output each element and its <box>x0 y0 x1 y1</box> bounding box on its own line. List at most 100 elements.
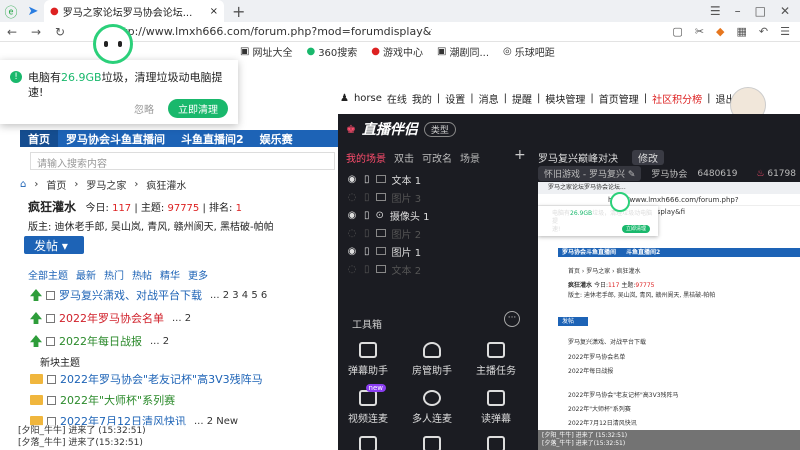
close-tab-icon[interactable]: × <box>210 6 218 17</box>
thread-checkbox[interactable] <box>46 313 55 323</box>
filter-hot[interactable]: 热门 <box>104 267 124 282</box>
eye-off-icon[interactable]: ◌ <box>346 228 358 239</box>
source-image-1[interactable]: ◉ ▯ 图片 1 <box>346 242 536 260</box>
tool-gift[interactable] <box>404 436 460 450</box>
user-menu-4[interactable]: 模块管理 <box>545 91 585 106</box>
table-row[interactable]: 2022年罗马协会名单 ... 2 <box>30 309 335 327</box>
undo-icon[interactable]: ↶ <box>759 25 768 38</box>
room-category[interactable]: 怀旧游戏 - 罗马复兴 ✎ <box>538 166 642 181</box>
more-icon[interactable]: ☰ <box>780 25 790 38</box>
tool-danmaku-helper[interactable]: 弹幕助手 <box>340 342 396 377</box>
tab-my-scenes[interactable]: 我的场景 <box>346 150 386 165</box>
url-input[interactable]: http://www.lmxh666.com/forum.php?mod=for… <box>112 24 432 40</box>
back-icon[interactable]: ← <box>0 25 24 39</box>
more-tools-icon[interactable]: ··· <box>504 311 520 327</box>
tool-tune[interactable] <box>468 436 524 450</box>
menu-icon[interactable]: ☰ <box>710 4 721 18</box>
eye-off-icon[interactable]: ◌ <box>346 192 358 203</box>
nav-home[interactable]: 首页 <box>20 130 58 147</box>
tool-download[interactable] <box>340 436 396 450</box>
bookmark-2[interactable]: ● 游戏中心 <box>371 44 423 59</box>
thread-title[interactable]: 2022年"大师杯"系列赛 <box>60 392 175 408</box>
points-ranking-link[interactable]: 社区积分榜 <box>652 91 702 106</box>
lock-icon[interactable]: ▯ <box>364 210 370 221</box>
scissors-icon[interactable]: ✂ <box>695 25 704 38</box>
maximize-icon[interactable]: □ <box>755 4 766 18</box>
nav-douyu-2[interactable]: 斗鱼直播间2 <box>173 130 252 147</box>
tool-read-danmaku[interactable]: 读弹幕 <box>468 390 524 425</box>
live-type-tag[interactable]: 类型 <box>423 121 456 137</box>
filter-all[interactable]: 全部主题 <box>28 267 68 282</box>
grid-icon[interactable]: ▦ <box>737 25 747 38</box>
user-menu-0[interactable]: 我的 <box>412 91 432 106</box>
nav-entertainment[interactable]: 娱乐赛 <box>252 130 301 147</box>
live-preview[interactable]: 罗马之家论坛罗马协会论坛... http://www.lmxh666.com/f… <box>538 182 800 450</box>
user-menu-2[interactable]: 消息 <box>479 91 499 106</box>
home-icon[interactable]: ⌂ <box>20 179 26 190</box>
tab-scene[interactable]: 场景 <box>460 150 480 165</box>
lock-icon[interactable]: ▯ <box>364 264 370 275</box>
source-text-2[interactable]: ◌ ▯ 文本 2 <box>346 260 536 278</box>
send-icon[interactable]: ➤ <box>22 0 44 22</box>
nav-douyu-1[interactable]: 罗马协会斗鱼直播间 <box>58 130 173 147</box>
thread-checkbox[interactable] <box>47 395 56 405</box>
forward-icon[interactable]: → <box>24 25 48 39</box>
tool-video-connect[interactable]: new 视频连麦 <box>340 384 396 425</box>
source-text-1[interactable]: ◉ ▯ 文本 1 <box>346 170 536 188</box>
game-icon[interactable]: ◆ <box>716 25 724 38</box>
table-row[interactable]: 2022年每日战报 ... 2 <box>30 332 335 350</box>
bookmark-4[interactable]: ◎ 乐球吧距 <box>503 44 555 59</box>
user-menu-3[interactable]: 提醒 <box>512 91 532 106</box>
eye-off-icon[interactable]: ◌ <box>346 264 358 275</box>
lock-icon[interactable]: ▯ <box>364 174 370 185</box>
tool-multi-connect[interactable]: 多人连麦 <box>404 390 460 425</box>
tool-room-manager[interactable]: 房管助手 <box>404 342 460 377</box>
username[interactable]: horse <box>354 93 382 104</box>
tab-double-click[interactable]: 双击 <box>394 150 414 165</box>
lock-icon[interactable]: ▯ <box>364 228 370 239</box>
thread-title[interactable]: 2022年罗马协会"老友记杯"高3V3残阵马 <box>60 371 263 387</box>
post-button[interactable]: 发帖 ▾ <box>24 236 84 254</box>
browser-logo-icon[interactable]: ⓔ <box>0 0 22 22</box>
eye-icon[interactable]: ◉ <box>346 210 358 221</box>
source-image-2[interactable]: ◌ ▯ 图片 2 <box>346 224 536 242</box>
mascot-icon[interactable] <box>93 24 133 64</box>
ignore-button[interactable]: 忽略 <box>134 101 154 116</box>
breadcrumb-board[interactable]: 疯狂灌水 <box>146 177 186 192</box>
close-icon[interactable]: ✕ <box>780 4 790 18</box>
thread-title[interactable]: 罗马复兴潇戏、对战平台下载 <box>59 287 202 303</box>
filter-more[interactable]: 更多 <box>188 267 208 282</box>
bookmark-0[interactable]: ▣ 网址大全 <box>240 44 292 59</box>
eye-icon[interactable]: ◉ <box>346 246 358 257</box>
table-row[interactable]: 罗马复兴潇戏、对战平台下载 ... 2 3 4 5 6 <box>30 286 335 304</box>
modify-button[interactable]: 修改 <box>632 150 664 165</box>
filter-latest[interactable]: 最新 <box>76 267 96 282</box>
lock-icon[interactable]: ▯ <box>364 192 370 203</box>
user-menu-1[interactable]: 设置 <box>445 91 465 106</box>
minimize-icon[interactable]: – <box>735 4 741 18</box>
search-input[interactable]: 请输入搜索内容 <box>30 152 335 170</box>
bookmark-1[interactable]: ● 360搜索 <box>306 44 357 59</box>
refresh-icon[interactable]: ↻ <box>48 25 72 39</box>
source-camera-1[interactable]: ◉ ▯ ⊙ 摄像头 1 <box>346 206 536 224</box>
user-menu-5[interactable]: 首页管理 <box>599 91 639 106</box>
add-scene-icon[interactable]: + <box>514 147 526 163</box>
source-image-3[interactable]: ◌ ▯ 图片 3 <box>346 188 536 206</box>
thread-checkbox[interactable] <box>47 374 56 384</box>
clean-now-button[interactable]: 立即清理 <box>168 99 228 118</box>
eye-icon[interactable]: ◉ <box>346 174 358 185</box>
thread-checkbox[interactable] <box>46 336 55 346</box>
lock-icon[interactable]: ▯ <box>364 246 370 257</box>
bookmark-3[interactable]: ▣ 潮剧同... <box>437 44 489 59</box>
breadcrumb-section[interactable]: 罗马之家 <box>86 177 126 192</box>
breadcrumb-home[interactable]: 首页 <box>46 177 66 192</box>
filter-hot-posts[interactable]: 热帖 <box>132 267 152 282</box>
tool-host-tasks[interactable]: 主播任务 <box>468 342 524 377</box>
thread-title[interactable]: 2022年罗马协会名单 <box>59 310 164 326</box>
new-tab-icon[interactable]: + <box>232 2 245 21</box>
tab-rename[interactable]: 可改名 <box>422 150 452 165</box>
table-row[interactable]: 2022年"大师杯"系列赛 <box>30 391 335 409</box>
tab-forum[interactable]: ● 罗马之家论坛罗马协会论坛... × <box>44 0 224 22</box>
table-row[interactable]: 2022年罗马协会"老友记杯"高3V3残阵马 <box>30 370 335 388</box>
thread-title[interactable]: 2022年每日战报 <box>59 333 142 349</box>
